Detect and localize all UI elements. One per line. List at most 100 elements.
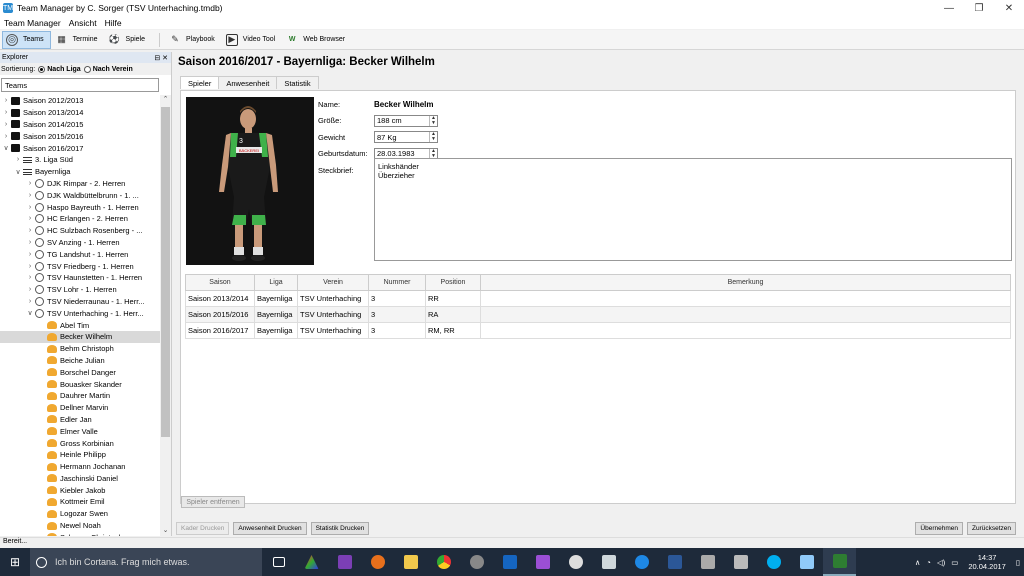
- chevron-right-icon[interactable]: ›: [2, 97, 10, 104]
- chevron-down-icon[interactable]: ∨: [14, 168, 22, 176]
- apply-button[interactable]: Übernehmen: [915, 521, 963, 535]
- chevron-right-icon[interactable]: ›: [26, 263, 34, 270]
- maximize-icon[interactable]: ❐: [964, 0, 994, 16]
- sort-liga-radio[interactable]: [38, 65, 46, 73]
- chevron-right-icon[interactable]: ›: [2, 109, 10, 116]
- spiele-button[interactable]: ⚽ Spiele: [106, 31, 151, 49]
- chevron-right-icon[interactable]: ›: [2, 133, 10, 140]
- edge-icon[interactable]: [625, 548, 658, 576]
- menu-team-manager[interactable]: Team Manager: [4, 18, 61, 28]
- chevron-right-icon[interactable]: ›: [26, 180, 34, 187]
- tree-player[interactable]: Logozar Swen: [0, 508, 160, 520]
- video-tool-button[interactable]: ▶ Video Tool: [223, 31, 281, 49]
- scroll-up-icon[interactable]: ⌃: [160, 95, 171, 105]
- tree-team[interactable]: › TSV Lohr - 1. Herren: [0, 284, 160, 296]
- table-row[interactable]: Saison 2016/2017 Bayernliga TSV Unterhac…: [185, 322, 1011, 339]
- action-center-icon[interactable]: ▯: [1016, 558, 1020, 567]
- tree-league[interactable]: › 3. Liga Süd: [0, 154, 160, 166]
- table-row[interactable]: Saison 2013/2014 Bayernliga TSV Unterhac…: [185, 290, 1011, 307]
- print-attendance-button[interactable]: Anwesenheit Drucken: [233, 521, 307, 535]
- stepper-arrows-icon[interactable]: ▲ ▼: [429, 132, 437, 143]
- tree-team[interactable]: › DJK Waldbüttelbrunn - 1. ...: [0, 189, 160, 201]
- tree-player[interactable]: Kiebler Jakob: [0, 484, 160, 496]
- app-triangle-icon[interactable]: [295, 548, 328, 576]
- tree-season[interactable]: › Saison 2013/2014: [0, 107, 160, 119]
- skype-icon[interactable]: [757, 548, 790, 576]
- print-roster-button[interactable]: Kader Drucken: [176, 521, 230, 535]
- tree-team[interactable]: › TSV Niederraunau - 1. Herr...: [0, 296, 160, 308]
- chevron-down-icon[interactable]: ∨: [2, 144, 10, 152]
- web-browser-button[interactable]: W Web Browser: [283, 31, 351, 49]
- reset-button[interactable]: Zurücksetzen: [966, 521, 1016, 535]
- scroll-thumb[interactable]: [161, 107, 170, 437]
- network-icon[interactable]: ◔: [926, 558, 931, 567]
- chevron-right-icon[interactable]: ›: [2, 121, 10, 128]
- tree-season[interactable]: ∨ Saison 2016/2017: [0, 142, 160, 154]
- chevron-right-icon[interactable]: ›: [26, 239, 34, 246]
- tree-player[interactable]: Dellner Marvin: [0, 402, 160, 414]
- bio-textarea[interactable]: Linkshänder Überzieher: [374, 158, 1012, 261]
- tab-anwesenheit[interactable]: Anwesenheit: [218, 76, 278, 89]
- col-liga[interactable]: Liga: [254, 274, 298, 291]
- cortana-search[interactable]: Ich bin Cortana. Frag mich etwas.: [30, 548, 262, 576]
- tree-team[interactable]: ∨ TSV Unterhaching - 1. Herr...: [0, 307, 160, 319]
- termine-button[interactable]: ▦ Termine: [53, 31, 104, 49]
- tree-season[interactable]: › Saison 2015/2016: [0, 130, 160, 142]
- tree-player[interactable]: Hermann Jochanan: [0, 461, 160, 473]
- tree-player[interactable]: Newel Noah: [0, 520, 160, 532]
- remove-player-button[interactable]: Spieler entfernen: [181, 496, 245, 508]
- tray-chevron-icon[interactable]: ∧: [915, 558, 921, 567]
- tree-player[interactable]: Jaschinski Daniel: [0, 473, 160, 485]
- windows-start-icon[interactable]: ⊞: [0, 548, 30, 576]
- chrome-icon[interactable]: [427, 548, 460, 576]
- tree-header[interactable]: Teams: [1, 78, 159, 92]
- scroll-down-icon[interactable]: ⌄: [160, 526, 171, 536]
- col-bemerkung[interactable]: Bemerkung: [480, 274, 1011, 291]
- stepper-arrows-icon[interactable]: ▲ ▼: [429, 115, 437, 126]
- file-explorer-icon[interactable]: [394, 548, 427, 576]
- tree-player[interactable]: Elmer Valle: [0, 425, 160, 437]
- chevron-right-icon[interactable]: ›: [26, 274, 34, 281]
- tree-team[interactable]: › Haspo Bayreuth - 1. Herren: [0, 201, 160, 213]
- tree-player[interactable]: Abel Tim: [0, 319, 160, 331]
- tree-player[interactable]: Schwarz Christoph: [0, 531, 160, 536]
- col-saison[interactable]: Saison: [185, 274, 255, 291]
- database-icon[interactable]: [691, 548, 724, 576]
- playbook-button[interactable]: ✎ Playbook: [166, 31, 221, 49]
- notification-icon[interactable]: ▭: [951, 558, 958, 567]
- tree-player[interactable]: Gross Korbinian: [0, 437, 160, 449]
- tree-scrollbar[interactable]: ⌃ ⌄: [160, 95, 171, 536]
- tree-league[interactable]: ∨ Bayernliga: [0, 166, 160, 178]
- col-nummer[interactable]: Nummer: [368, 274, 426, 291]
- table-row[interactable]: Saison 2015/2016 Bayernliga TSV Unterhac…: [185, 306, 1011, 323]
- menu-ansicht[interactable]: Ansicht: [69, 18, 97, 28]
- app-misc-icon[interactable]: [724, 548, 757, 576]
- tree-player[interactable]: Beiche Julian: [0, 355, 160, 367]
- chevron-right-icon[interactable]: ›: [14, 156, 22, 163]
- teams-tree[interactable]: › Saison 2012/2013 › Saison 2013/2014 › Saiso…: [0, 95, 160, 536]
- tab-statistik[interactable]: Statistik: [276, 76, 319, 89]
- tree-team[interactable]: › TG Landshut - 1. Herren: [0, 248, 160, 260]
- notes-icon[interactable]: [790, 548, 823, 576]
- chevron-right-icon[interactable]: ›: [26, 192, 34, 199]
- chevron-right-icon[interactable]: ›: [26, 227, 34, 234]
- paint-icon[interactable]: [592, 548, 625, 576]
- outlook-icon[interactable]: [493, 548, 526, 576]
- menu-hilfe[interactable]: Hilfe: [105, 18, 122, 28]
- tree-player[interactable]: Kottmeir Emil: [0, 496, 160, 508]
- chevron-right-icon[interactable]: ›: [26, 204, 34, 211]
- chevron-right-icon[interactable]: ›: [26, 286, 34, 293]
- size-stepper[interactable]: 188 cm ▲ ▼: [374, 114, 438, 127]
- visual-studio-icon[interactable]: [328, 548, 361, 576]
- tree-team[interactable]: › DJK Rimpar - 2. Herren: [0, 178, 160, 190]
- chevron-right-icon[interactable]: ›: [26, 251, 34, 258]
- tree-player[interactable]: Heinle Philipp: [0, 449, 160, 461]
- tab-spieler[interactable]: Spieler: [180, 76, 220, 89]
- tree-player[interactable]: Dauhrer Martin: [0, 390, 160, 402]
- clock[interactable]: 14:37 20.04.2017: [968, 553, 1006, 571]
- tree-team[interactable]: › HC Sulzbach Rosenberg - ...: [0, 225, 160, 237]
- tree-player[interactable]: Borschel Danger: [0, 366, 160, 378]
- weight-stepper[interactable]: 87 Kg ▲ ▼: [374, 131, 438, 144]
- close-icon[interactable]: ✕: [994, 0, 1024, 16]
- tree-team[interactable]: › HC Erlangen - 2. Herren: [0, 213, 160, 225]
